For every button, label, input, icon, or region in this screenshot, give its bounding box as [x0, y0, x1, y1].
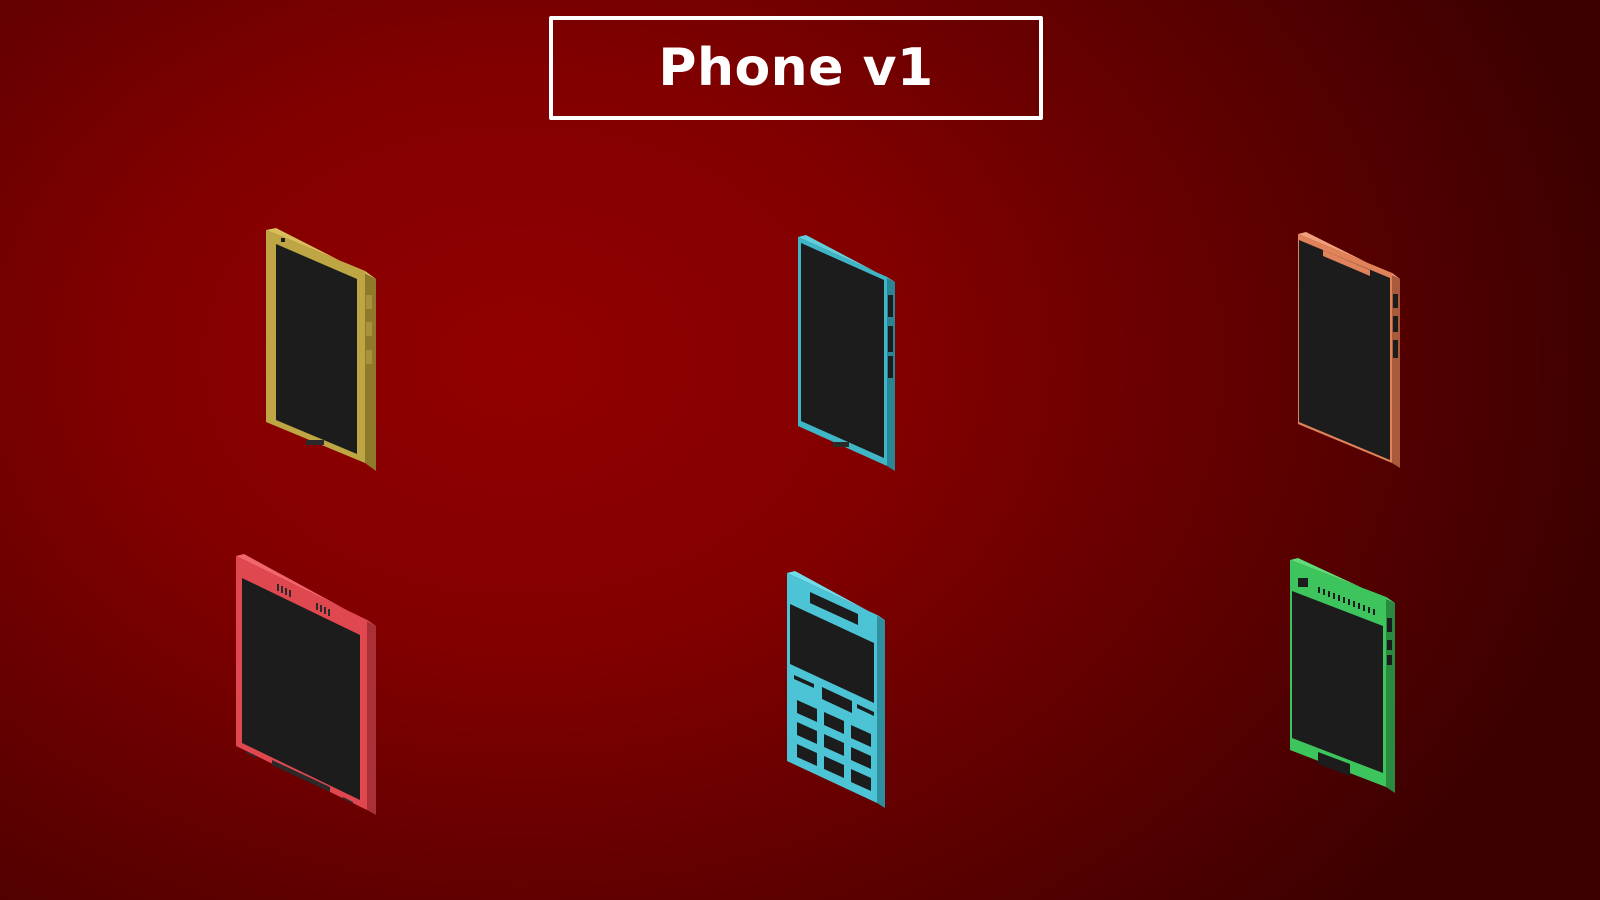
- phone-red-side: [367, 620, 376, 815]
- phone-keypad-side: [877, 615, 885, 808]
- phone-green-camera: [1298, 578, 1308, 587]
- phone-orange-button-3: [1393, 340, 1398, 358]
- phones-scene: [236, 228, 1400, 815]
- phone-teal-port: [833, 442, 849, 447]
- phone-red: [236, 554, 376, 815]
- phone-teal-button-1: [888, 295, 893, 317]
- phone-keypad: [787, 571, 885, 808]
- phone-green-button-3: [1387, 655, 1392, 665]
- phone-orange: [1298, 232, 1400, 468]
- phone-yellow-speaker: [306, 440, 324, 445]
- phone-orange-screen: [1299, 240, 1390, 460]
- phone-green: [1290, 558, 1395, 793]
- phone-yellow-button-1: [366, 295, 372, 309]
- phone-teal: [798, 235, 895, 471]
- phone-orange-button-1: [1393, 294, 1398, 308]
- phone-orange-button-2: [1393, 316, 1398, 332]
- phone-yellow-button-3: [366, 350, 372, 364]
- phone-teal-button-2: [888, 326, 893, 352]
- phone-yellow-screen: [276, 244, 357, 454]
- phone-green-button-1: [1387, 618, 1392, 632]
- phone-teal-screen: [801, 243, 884, 458]
- phone-teal-button-3: [888, 356, 893, 378]
- phone-yellow: [266, 228, 376, 471]
- phone-yellow-button-2: [366, 322, 372, 336]
- phone-yellow-camera: [281, 238, 285, 242]
- phone-green-button-2: [1387, 640, 1392, 650]
